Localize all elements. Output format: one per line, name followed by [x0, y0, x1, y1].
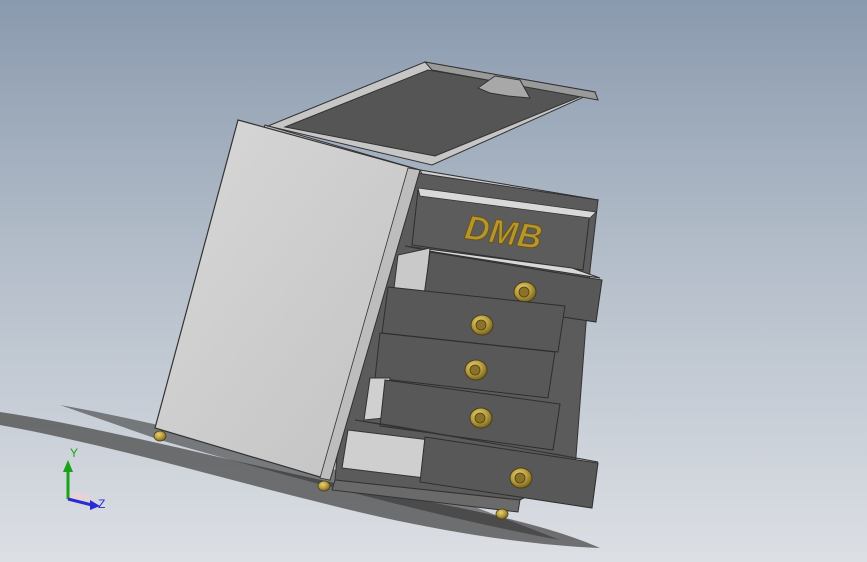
coordinate-triad: Y Z: [63, 446, 105, 511]
z-axis-label: Z: [98, 497, 105, 511]
model-view[interactable]: DMB Y Z: [0, 0, 867, 562]
graphics-viewport[interactable]: DMB Y Z: [0, 0, 867, 562]
drawer-knob[interactable]: [469, 407, 493, 429]
drawer-knob[interactable]: [509, 467, 533, 489]
drawer-knob[interactable]: [464, 359, 488, 381]
drawer-knob[interactable]: [470, 314, 494, 336]
y-axis-label: Y: [70, 446, 78, 460]
drawer-knob[interactable]: [513, 281, 537, 303]
y-axis-arrow-head: [63, 460, 73, 472]
